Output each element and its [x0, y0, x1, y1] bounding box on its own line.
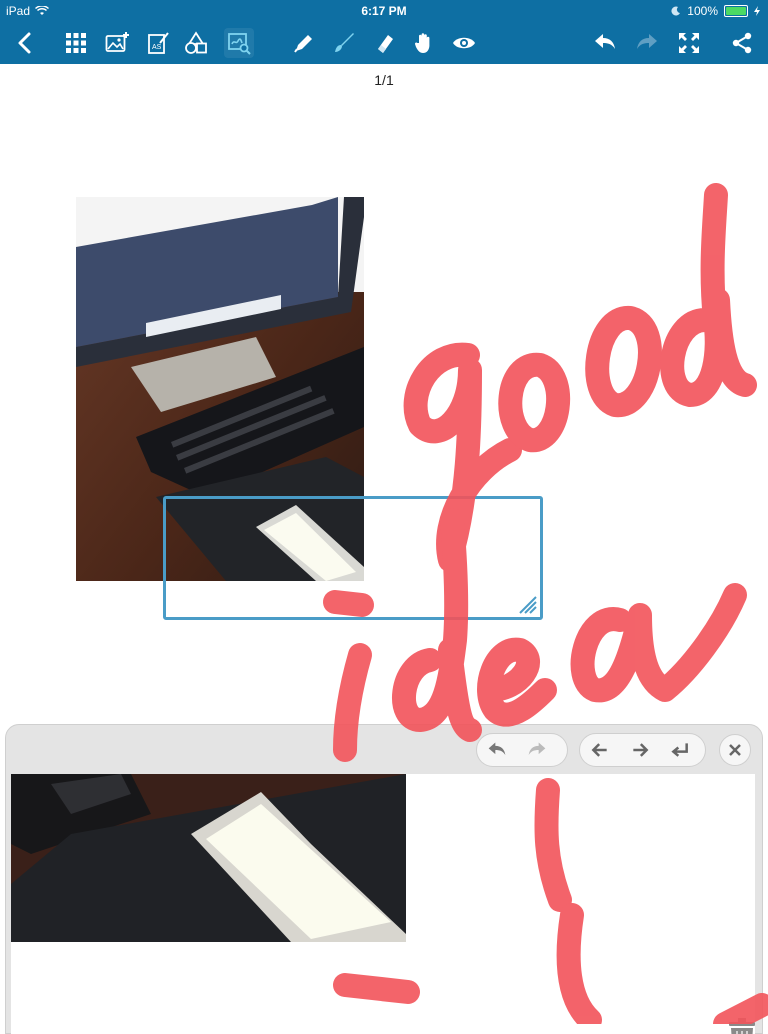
pen-tool-button[interactable]: [289, 28, 319, 58]
redo-icon: [637, 34, 657, 49]
resize-handle-icon[interactable]: [516, 593, 538, 615]
eraser-icon: [378, 35, 393, 53]
status-right: 100%: [671, 4, 760, 18]
page-indicator: 1/1: [374, 72, 394, 88]
zoom-selection-box[interactable]: [163, 496, 543, 620]
ink-letter-o2: [585, 306, 662, 417]
charging-icon: [754, 6, 760, 16]
eye-icon: [453, 37, 475, 49]
undo-button[interactable]: [590, 28, 620, 58]
svg-text:AS: AS: [152, 44, 162, 51]
hand-icon: [414, 33, 430, 53]
zoom-close-button[interactable]: [719, 734, 751, 766]
zoom-write-area[interactable]: [11, 774, 755, 1034]
add-image-button[interactable]: [102, 28, 132, 58]
share-icon: [732, 32, 752, 54]
pen-icon: [294, 35, 312, 53]
toolbar: AS: [0, 22, 768, 64]
status-time: 6:17 PM: [361, 4, 407, 18]
fullscreen-button[interactable]: [674, 28, 704, 58]
move-right-icon: [633, 743, 649, 757]
pages-grid-button[interactable]: [61, 28, 91, 58]
zoom-write-button[interactable]: [224, 28, 254, 58]
fullscreen-icon: [679, 33, 699, 53]
close-icon: [729, 744, 741, 756]
chevron-left-icon: [18, 32, 31, 54]
undo-icon: [595, 34, 615, 49]
shapes-button[interactable]: [181, 28, 211, 58]
undo-icon: [488, 742, 506, 755]
text-button[interactable]: AS: [143, 28, 173, 58]
battery-percent: 100%: [687, 4, 718, 18]
ink-letter-a: [570, 583, 747, 703]
brush-tool-button[interactable]: [329, 28, 359, 58]
move-left-icon: [591, 743, 607, 757]
redo-icon: [528, 742, 546, 755]
zoom-navigation-group: [579, 733, 706, 767]
zoom-undo-button[interactable]: [477, 734, 517, 766]
move-left-button[interactable]: [580, 734, 620, 766]
brush-icon: [335, 33, 354, 52]
zoom-redo-button[interactable]: [517, 734, 557, 766]
new-line-button[interactable]: [660, 734, 700, 766]
new-line-icon: [671, 743, 688, 757]
ink-letter-o1: [498, 352, 571, 453]
hand-tool-button[interactable]: [409, 28, 439, 58]
zoom-undo-redo-group: [476, 733, 568, 767]
redo-button[interactable]: [632, 28, 662, 58]
battery-icon: [724, 5, 748, 17]
zoom-write-icon: [228, 33, 251, 55]
back-button[interactable]: [10, 28, 40, 58]
eraser-button[interactable]: [369, 28, 399, 58]
ink-letter-e: [477, 637, 557, 727]
preview-button[interactable]: [449, 28, 479, 58]
moon-icon: [671, 6, 681, 16]
move-right-button[interactable]: [620, 734, 660, 766]
shapes-icon: [185, 31, 207, 54]
zoomed-photo: [11, 774, 406, 942]
zoom-write-panel: [5, 724, 763, 1034]
share-button[interactable]: [727, 28, 757, 58]
ink-letter-d: [660, 183, 757, 407]
status-bar: iPad 6:17 PM 100%: [0, 0, 768, 22]
trash-icon[interactable]: [726, 1017, 755, 1034]
text-edit-icon: AS: [148, 32, 169, 54]
grid-icon: [66, 33, 86, 53]
add-image-icon: [105, 32, 129, 52]
